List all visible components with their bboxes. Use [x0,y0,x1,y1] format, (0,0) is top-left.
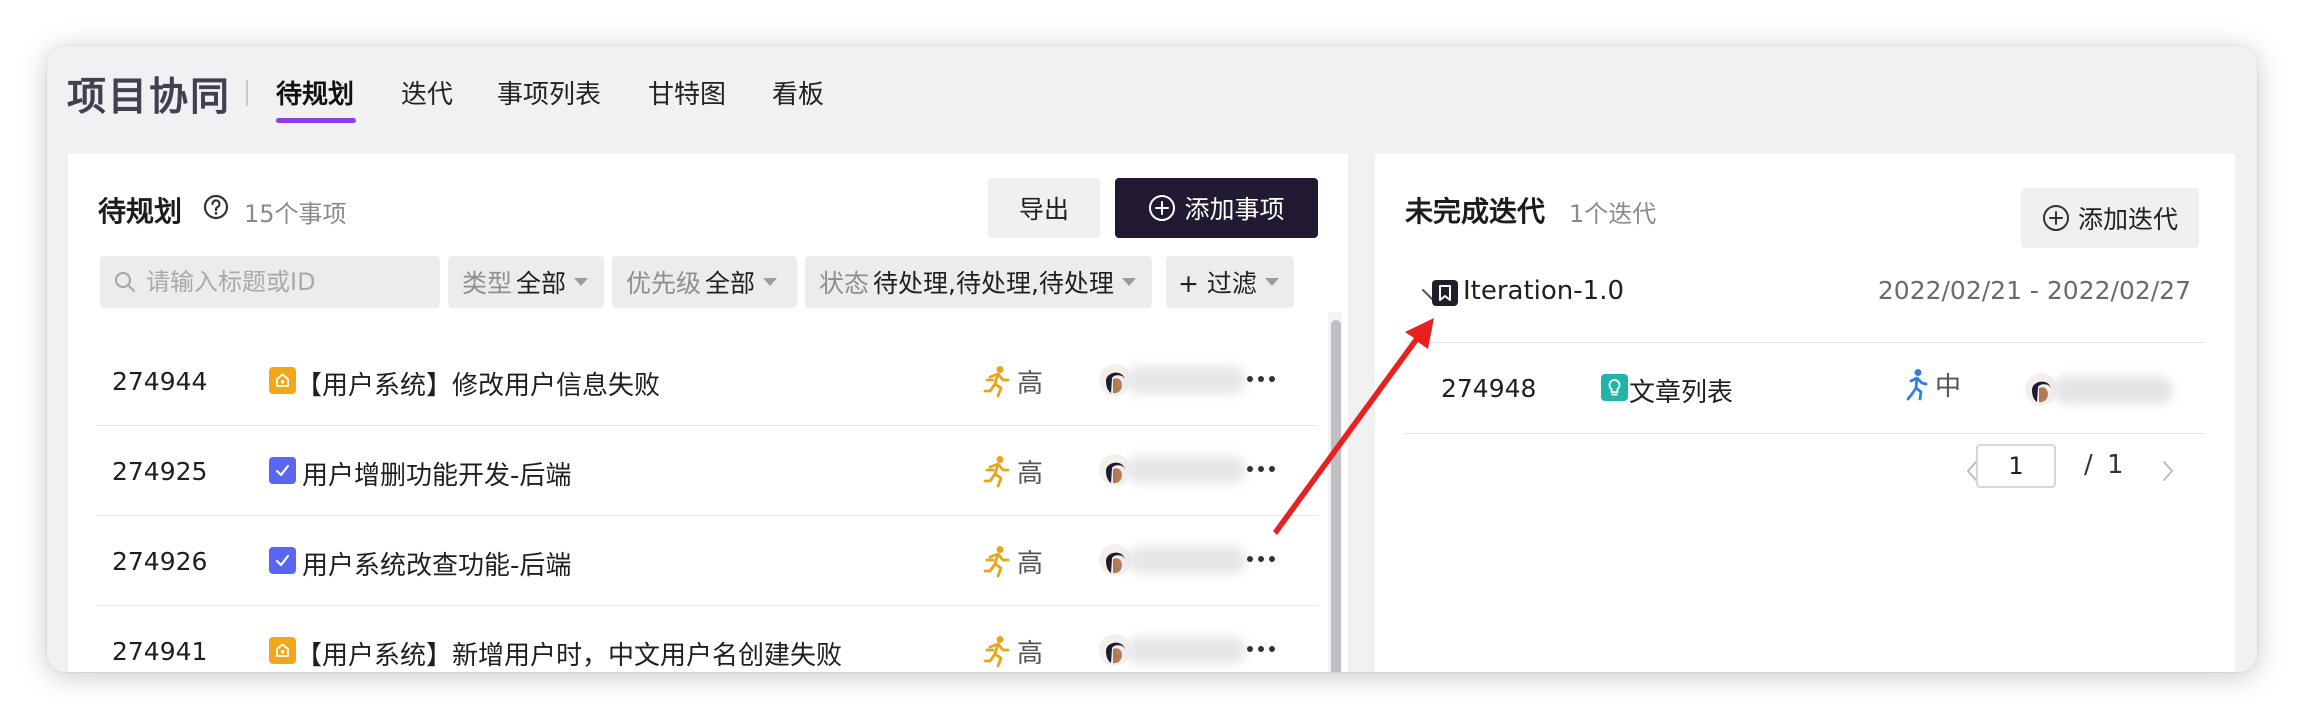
item-id: 274925 [112,457,208,486]
status-filter-value: 待处理,待处理,待处理 [873,269,1114,298]
priority-label: 高 [1017,639,1044,669]
add-iteration-label: 添加迭代 [2077,205,2178,234]
status-filter-label: 状态 [819,269,870,298]
page-separator: / [2084,450,2093,480]
runner-fast-icon [983,635,1010,667]
export-button[interactable]: 导出 [988,178,1100,238]
plus-circle-icon [2042,204,2070,232]
bug-icon [269,367,296,394]
assignee-name-blurred [1126,636,1246,664]
chevron-down-icon [763,278,778,286]
iterations-count: 1个迭代 [1569,200,1657,228]
item-title[interactable]: 用户系统改查功能-后端 [302,545,571,582]
priority-label: 中 [1935,372,1962,402]
table-row[interactable]: 274925 用户增删功能开发-后端 高 [96,426,1318,516]
iteration-bookmark-icon [1432,280,1458,306]
item-id: 274926 [112,547,208,576]
chevron-down-icon [1264,278,1279,286]
item-title[interactable]: 用户增删功能开发-后端 [302,455,571,492]
app-title: 项目协同 [67,75,232,120]
tab-kanban[interactable]: 看板 [772,74,824,111]
search-box[interactable] [100,256,440,308]
table-row[interactable]: 274944 【用户系统】修改用户信息失败 高 [96,336,1318,426]
priority-cell[interactable]: 高 [983,363,1043,400]
bug-icon [269,637,296,664]
priority-cell[interactable]: 高 [983,453,1043,490]
app-window: 项目协同 待规划 迭代 事项列表 甘特图 看板 待规划 15个事项 导出 添加事… [47,46,2257,672]
chevron-down-icon [1121,278,1136,286]
iterations-title: 未完成迭代 [1405,195,1546,228]
type-filter-value: 全部 [516,269,567,298]
backlog-panel: 待规划 15个事项 导出 添加事项 类型 全部 优先级 全部 [68,154,1348,672]
tab-backlog[interactable]: 待规划 [276,74,354,111]
assignee-name-blurred [1126,456,1246,484]
tab-item-list[interactable]: 事项列表 [497,74,601,111]
divider [1405,342,2205,343]
priority-label: 高 [1017,369,1044,399]
more-options-icon[interactable] [1244,454,1278,484]
more-options-icon[interactable] [1244,634,1278,664]
page-total: 1 [2107,450,2124,480]
add-iteration-button[interactable]: 添加迭代 [2021,188,2199,248]
iteration-item-title[interactable]: 文章列表 [1629,372,1733,409]
priority-filter[interactable]: 优先级 全部 [612,256,797,308]
page-number-input[interactable] [1976,444,2056,488]
more-filter-label: + 过滤 [1178,269,1257,298]
iteration-name[interactable]: Iteration-1.0 [1463,276,1624,306]
assignee-name-blurred [1126,366,1246,394]
priority-filter-label: 优先级 [626,269,702,298]
type-filter-label: 类型 [462,269,513,298]
backlog-count: 15个事项 [244,200,347,228]
more-options-icon[interactable] [1244,364,1278,394]
item-title[interactable]: 【用户系统】新增用户时，中文用户名创建失败 [296,635,842,672]
backlog-title: 待规划 [98,195,183,228]
more-filter-button[interactable]: + 过滤 [1166,256,1294,308]
item-id: 274944 [112,367,208,396]
tab-iteration[interactable]: 迭代 [401,74,453,111]
help-icon[interactable] [203,194,229,220]
add-item-label: 添加事项 [1184,195,1285,224]
priority-cell[interactable]: 高 [983,633,1043,670]
more-options-icon[interactable] [1244,544,1278,574]
divider [1405,433,2205,434]
add-item-button[interactable]: 添加事项 [1115,178,1318,238]
checkbox-task-icon [269,457,296,484]
search-input[interactable] [146,268,426,296]
item-title[interactable]: 【用户系统】修改用户信息失败 [296,365,660,402]
status-filter[interactable]: 状态 待处理,待处理,待处理 [805,256,1152,308]
search-icon [114,271,136,293]
iterations-panel: 未完成迭代 1个迭代 添加迭代 Iteration-1.0 2022/02/21… [1375,154,2235,672]
item-id: 274941 [112,637,208,666]
iteration-date-range: 2022/02/21 - 2022/02/27 [1877,276,2191,305]
table-row[interactable]: 274926 用户系统改查功能-后端 高 [96,516,1318,606]
priority-cell[interactable]: 高 [983,543,1043,580]
story-icon [1601,374,1628,401]
runner-medium-icon [1906,368,1928,400]
table-row[interactable]: 274941 【用户系统】新增用户时，中文用户名创建失败 高 [96,606,1318,672]
priority-cell[interactable]: 中 [1903,366,1961,403]
chevron-down-icon [574,278,589,286]
priority-filter-value: 全部 [705,269,756,298]
chevron-right-icon[interactable] [2161,460,2175,482]
plus-circle-icon [1148,194,1176,222]
priority-label: 高 [1017,459,1044,489]
runner-fast-icon [983,365,1010,397]
assignee-name-blurred [1126,546,1246,574]
active-tab-indicator [276,118,356,123]
assignee-name-blurred [2053,376,2173,404]
type-filter[interactable]: 类型 全部 [448,256,604,308]
export-button-label: 导出 [1018,195,1069,224]
runner-fast-icon [983,545,1010,577]
iteration-item-id: 274948 [1441,374,1537,403]
tab-gantt[interactable]: 甘特图 [648,74,726,111]
runner-fast-icon [983,455,1010,487]
checkbox-task-icon [269,547,296,574]
title-divider [246,80,248,106]
scrollbar-thumb[interactable] [1331,320,1341,672]
priority-label: 高 [1017,549,1044,579]
